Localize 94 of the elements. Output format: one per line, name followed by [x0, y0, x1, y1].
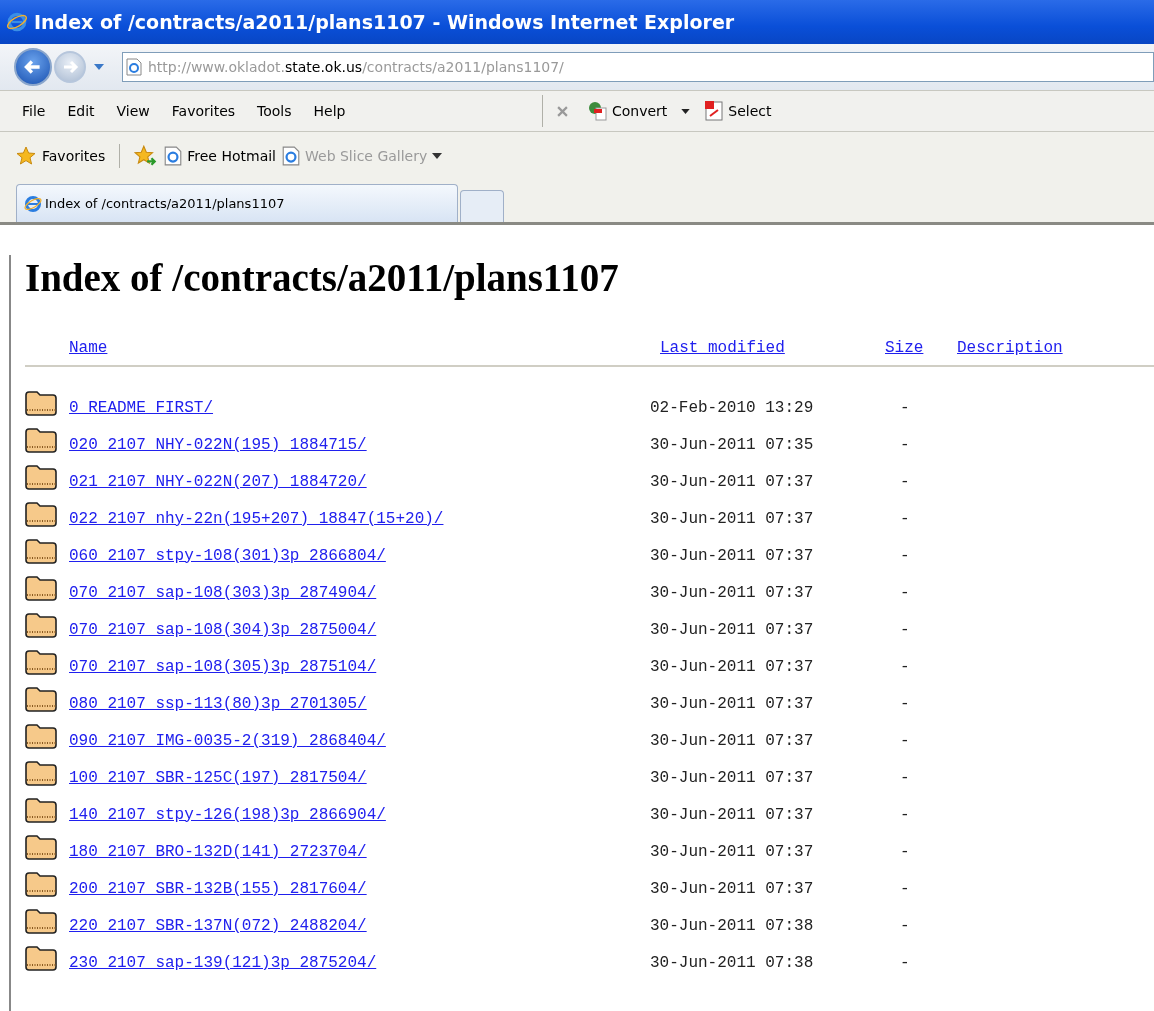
folder-icon	[25, 796, 57, 823]
page-icon	[164, 146, 183, 166]
new-tab-button[interactable]	[460, 190, 504, 222]
menu-item[interactable]: Favorites	[171, 103, 236, 119]
size-value: -	[900, 620, 910, 639]
menu-item[interactable]: Tools	[257, 103, 292, 119]
modified-date: 30-Jun-2011 07:37	[650, 694, 815, 713]
folder-icon	[25, 500, 57, 527]
folder-icon	[25, 574, 57, 601]
menu-item[interactable]: View	[116, 103, 150, 119]
size-value: -	[900, 731, 910, 750]
folder-link[interactable]: 220_2107_SBR-137N(072)_2488204/	[69, 916, 650, 935]
page-heading: Index of /contracts/a2011/plans1107	[25, 255, 620, 301]
folder-icon	[25, 870, 57, 897]
folder-link[interactable]: 230_2107_sap-139(121)3p_2875204/	[69, 953, 650, 972]
size-value: -	[900, 583, 910, 602]
folder-icon	[25, 944, 57, 971]
menu-item[interactable]: Edit	[67, 103, 95, 119]
size-value: -	[900, 472, 910, 491]
folder-link[interactable]: 021_2107_NHY-022N(207)_1884720/	[69, 472, 650, 491]
size-value: -	[900, 805, 910, 824]
modified-date: 30-Jun-2011 07:37	[650, 879, 815, 898]
caret-icon	[432, 153, 443, 159]
folder-icon	[25, 722, 57, 749]
folder-icon	[25, 611, 57, 638]
window-title: Index of /contracts/a2011/plans1107 - Windows Internet Explorer	[34, 11, 735, 33]
folder-link[interactable]: 022_2107_nhy-22n(195+207)_18847(15+20)/	[69, 509, 650, 528]
address-field[interactable]: http://www.okladot.state.ok.us/contracts/a2011/plans1107/	[122, 52, 1154, 82]
size-value: -	[900, 768, 910, 787]
modified-date: 30-Jun-2011 07:37	[650, 620, 815, 639]
folder-link[interactable]: 200_2107_SBR-132B(155)_2817604/	[69, 879, 650, 898]
folder-link[interactable]: 0_README_FIRST/	[69, 398, 650, 417]
size-value: -	[900, 509, 910, 528]
folder-icon	[25, 537, 57, 564]
folder-icon	[25, 685, 57, 712]
convert-button[interactable]: Convert	[588, 101, 668, 121]
dropdown-caret-icon[interactable]	[681, 108, 691, 114]
folder-link[interactable]: 100_2107_SBR-125C(197)_2817504/	[69, 768, 650, 787]
size-value: -	[900, 953, 910, 972]
column-header-link[interactable]: Name	[69, 339, 108, 357]
modified-date: 30-Jun-2011 07:37	[650, 509, 815, 528]
modified-date: 30-Jun-2011 07:37	[650, 731, 815, 750]
modified-date: 30-Jun-2011 07:37	[650, 657, 815, 676]
folder-icon	[25, 833, 57, 860]
folder-icon	[25, 389, 57, 416]
modified-date: 30-Jun-2011 07:37	[650, 583, 815, 602]
browser-logo-icon	[23, 193, 43, 214]
page-icon	[282, 146, 300, 166]
modified-date: 30-Jun-2011 07:38	[650, 953, 815, 972]
size-value: -	[900, 879, 910, 898]
favorites-link[interactable]: Free Hotmail	[164, 146, 276, 166]
favorites-button[interactable]: Favorites	[16, 146, 106, 166]
folder-link[interactable]: 070_2107_sap-108(305)3p_2875104/	[69, 657, 650, 676]
folder-link[interactable]: 020_2107_NHY-022N(195)_1884715/	[69, 435, 650, 454]
select-button[interactable]: Select	[704, 100, 772, 122]
browser-tab[interactable]: Index of /contracts/a2011/plans1107	[16, 184, 458, 222]
menu-item[interactable]: File	[22, 103, 46, 119]
add-favorite-icon[interactable]	[134, 145, 159, 167]
folder-link[interactable]: 070_2107_sap-108(304)3p_2875004/	[69, 620, 650, 639]
folder-icon	[25, 426, 57, 453]
modified-date: 02-Feb-2010 13:29	[650, 398, 815, 417]
folder-icon	[25, 907, 57, 934]
folder-icon	[25, 759, 57, 786]
folder-link[interactable]: 080_2107_ssp-113(80)3p_2701305/	[69, 694, 650, 713]
column-header-link[interactable]: Last modified	[660, 339, 785, 357]
size-value: -	[900, 842, 910, 861]
browser-logo-icon	[6, 11, 28, 33]
size-value: -	[900, 398, 910, 417]
modified-date: 30-Jun-2011 07:37	[650, 805, 815, 824]
folder-link[interactable]: 060_2107_stpy-108(301)3p_2866804/	[69, 546, 650, 565]
size-value: -	[900, 694, 910, 713]
modified-date: 30-Jun-2011 07:35	[650, 435, 815, 454]
column-header-link[interactable]: Description	[957, 339, 1063, 357]
modified-date: 30-Jun-2011 07:37	[650, 546, 815, 565]
folder-icon	[25, 648, 57, 675]
folder-link[interactable]: 140_2107_stpy-126(198)3p_2866904/	[69, 805, 650, 824]
modified-date: 30-Jun-2011 07:37	[650, 472, 815, 491]
folder-link[interactable]: 180_2107_BRO-132D(141)_2723704/	[69, 842, 650, 861]
page-icon	[126, 58, 142, 76]
folder-link[interactable]: 090_2107_IMG-0035-2(319)_2868404/	[69, 731, 650, 750]
modified-date: 30-Jun-2011 07:37	[650, 842, 815, 861]
size-value: -	[900, 657, 910, 676]
size-value: -	[900, 435, 910, 454]
menu-item[interactable]: Help	[313, 103, 346, 119]
column-header-link[interactable]: Size	[885, 339, 924, 357]
close-icon[interactable]	[557, 105, 568, 117]
folder-icon	[25, 463, 57, 490]
size-value: -	[900, 916, 910, 935]
star-icon	[16, 146, 36, 166]
modified-date: 30-Jun-2011 07:37	[650, 768, 815, 787]
back-button[interactable]	[14, 48, 52, 86]
size-value: -	[900, 546, 910, 565]
folder-link[interactable]: 070_2107_sap-108(303)3p_2874904/	[69, 583, 650, 602]
modified-date: 30-Jun-2011 07:38	[650, 916, 815, 935]
